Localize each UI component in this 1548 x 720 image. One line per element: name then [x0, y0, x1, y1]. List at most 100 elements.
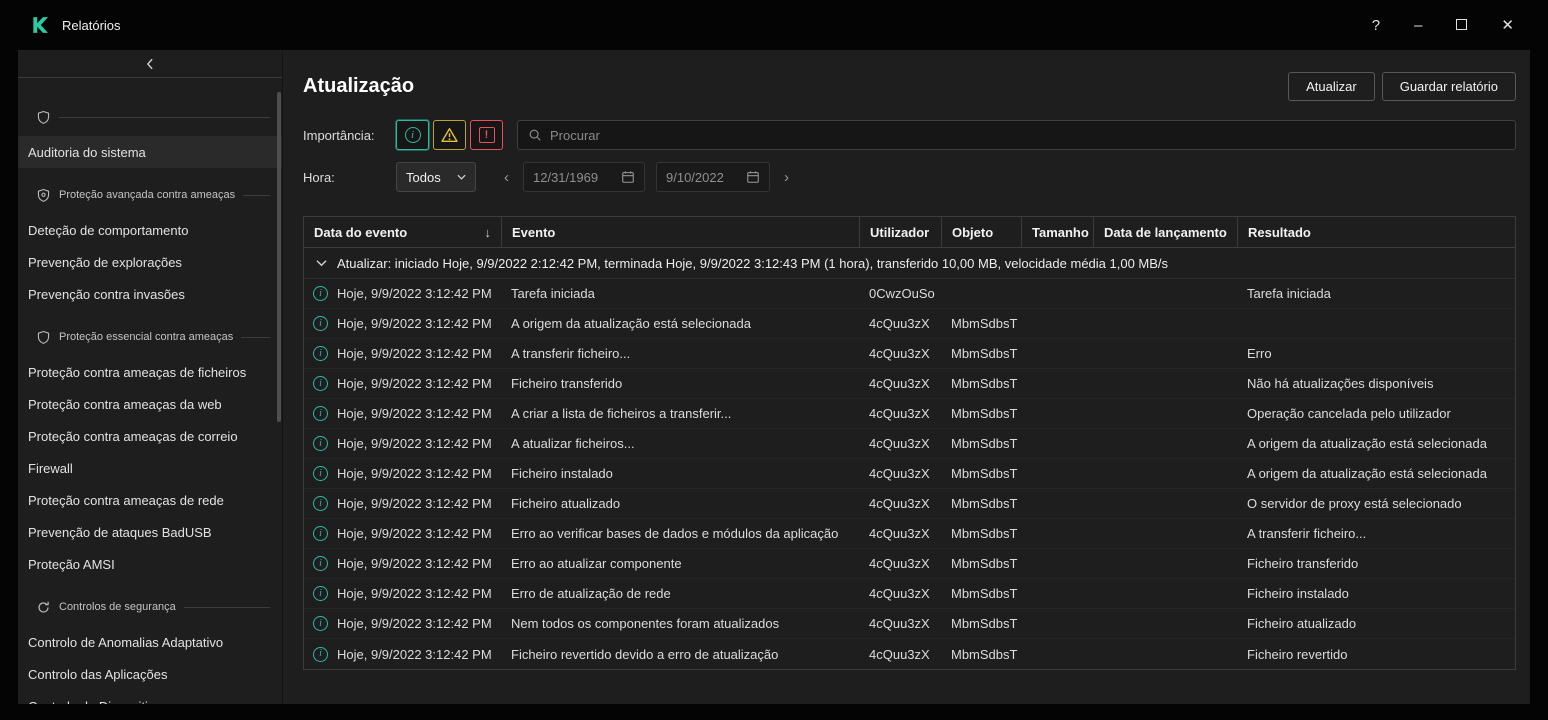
cell-size	[1022, 489, 1094, 518]
cell-event-date: iHoje, 9/9/2022 3:12:42 PM	[304, 399, 502, 428]
cell-object: MbmSdbsT	[942, 339, 1022, 368]
sidebar-item-label: Controlo de Dispositivos	[28, 699, 168, 705]
cell-size	[1022, 639, 1094, 669]
time-range-value: Todos	[406, 170, 441, 185]
column-header-tamanho[interactable]: Tamanho	[1022, 217, 1094, 247]
info-icon: i	[313, 316, 328, 331]
table-row[interactable]: iHoje, 9/9/2022 3:12:42 PMFicheiro insta…	[304, 459, 1515, 489]
column-label: Data do evento	[314, 225, 407, 240]
info-icon: i	[313, 556, 328, 571]
table-row[interactable]: iHoje, 9/9/2022 3:12:42 PMA atualizar fi…	[304, 429, 1515, 459]
sidebar-item-controlo-de-dispositivos[interactable]: Controlo de Dispositivos	[18, 690, 282, 704]
sidebar-section-header[interactable]	[18, 98, 282, 136]
table-row[interactable]: iHoje, 9/9/2022 3:12:42 PMNem todos os c…	[304, 609, 1515, 639]
column-header-evento[interactable]: Evento	[502, 217, 860, 247]
table-row[interactable]: iHoje, 9/9/2022 3:12:42 PMA transferir f…	[304, 339, 1515, 369]
importance-label: Importância:	[303, 128, 396, 143]
sidebar-item-protecao-contra-ameacas-de-correio[interactable]: Proteção contra ameaças de correio	[18, 420, 282, 452]
prev-period-button[interactable]: ‹	[498, 169, 515, 186]
sidebar-item-protecao-contra-ameacas-da-web[interactable]: Proteção contra ameaças da web	[18, 388, 282, 420]
table-row[interactable]: iHoje, 9/9/2022 3:12:42 PMErro de atuali…	[304, 579, 1515, 609]
cell-event-date: iHoje, 9/9/2022 3:12:42 PM	[304, 639, 502, 669]
table-row[interactable]: iHoje, 9/9/2022 3:12:42 PMA origem da at…	[304, 309, 1515, 339]
cell-release-date	[1094, 399, 1238, 428]
table-row[interactable]: iHoje, 9/9/2022 3:12:42 PMFicheiro trans…	[304, 369, 1515, 399]
chevron-left-icon	[143, 57, 157, 71]
column-header-data-do-evento[interactable]: Data do evento↓	[304, 217, 502, 247]
table-row[interactable]: iHoje, 9/9/2022 3:12:42 PMFicheiro rever…	[304, 639, 1515, 669]
time-range-select[interactable]: Todos	[396, 162, 476, 192]
close-button[interactable]: ✕	[1501, 18, 1514, 33]
sidebar-item-controlo-das-aplicacoes[interactable]: Controlo das Aplicações	[18, 658, 282, 690]
search-box[interactable]	[517, 120, 1516, 150]
sidebar-item-protecao-contra-ameacas-de-rede[interactable]: Proteção contra ameaças de rede	[18, 484, 282, 516]
cell-release-date	[1094, 339, 1238, 368]
column-header-utilizador[interactable]: Utilizador	[860, 217, 942, 247]
minimize-button[interactable]: –	[1414, 18, 1422, 33]
cell-event: A atualizar ficheiros...	[502, 429, 860, 458]
cell-size	[1022, 549, 1094, 578]
maximize-button[interactable]	[1456, 18, 1467, 33]
sidebar-item-controlo-de-anomalias-adaptativo[interactable]: Controlo de Anomalias Adaptativo	[18, 626, 282, 658]
column-label: Utilizador	[870, 225, 929, 240]
sidebar-section-header-protecao-avancada-contra-ameacas[interactable]: Proteção avançada contra ameaças	[18, 176, 282, 214]
table-row[interactable]: iHoje, 9/9/2022 3:12:42 PMTarefa iniciad…	[304, 279, 1515, 309]
sidebar-item-prevencao-de-ataques-badusb[interactable]: Prevenção de ataques BadUSB	[18, 516, 282, 548]
sidebar-item-prevencao-contra-invasoes[interactable]: Prevenção contra invasões	[18, 278, 282, 310]
column-header-objeto[interactable]: Objeto	[942, 217, 1022, 247]
table-row[interactable]: iHoje, 9/9/2022 3:12:42 PMA criar a list…	[304, 399, 1515, 429]
date-from-field[interactable]: 12/31/1969	[523, 162, 645, 192]
sidebar-section-header-controlos-de-seguranca[interactable]: Controlos de segurança	[18, 588, 282, 626]
sidebar-item-label: Proteção contra ameaças de rede	[28, 493, 224, 508]
column-header-data-de-lancamento[interactable]: Data de lançamento	[1094, 217, 1238, 247]
cell-result: A origem da atualização está selecionada	[1238, 429, 1515, 458]
info-icon: i	[313, 346, 328, 361]
cell-event-date: iHoje, 9/9/2022 3:12:42 PM	[304, 369, 502, 398]
sidebar-item-label: Controlo das Aplicações	[28, 667, 167, 682]
cell-user: 4cQuu3zX	[860, 579, 942, 608]
shield-gear-icon	[36, 188, 51, 203]
importance-critical-square-button[interactable]: !	[470, 120, 503, 150]
refresh-button[interactable]: Atualizar	[1288, 72, 1375, 101]
column-label: Resultado	[1248, 225, 1311, 240]
date-to-field[interactable]: 9/10/2022	[656, 162, 770, 192]
next-period-button[interactable]: ›	[778, 169, 795, 186]
importance-info-circle-button[interactable]: i	[396, 120, 429, 150]
cell-event: Erro ao atualizar componente	[502, 549, 860, 578]
sidebar-collapse-button[interactable]	[18, 50, 282, 78]
cell-event-date: iHoje, 9/9/2022 3:12:42 PM	[304, 549, 502, 578]
warning-triangle-icon	[441, 127, 458, 143]
cell-event: A origem da atualização está selecionada	[502, 309, 860, 338]
cell-release-date	[1094, 579, 1238, 608]
sidebar-section-header-protecao-essencial-contra-ameacas[interactable]: Proteção essencial contra ameaças	[18, 318, 282, 356]
sidebar-item-auditoria-do-sistema[interactable]: Auditoria do sistema	[18, 136, 282, 168]
column-header-resultado[interactable]: Resultado	[1238, 217, 1515, 247]
sidebar-item-detecao-de-comportamento[interactable]: Deteção de comportamento	[18, 214, 282, 246]
page-title: Atualização	[303, 75, 414, 98]
sidebar-scrollbar[interactable]	[277, 92, 281, 422]
shield-icon	[36, 110, 51, 125]
cell-user: 4cQuu3zX	[860, 549, 942, 578]
help-button[interactable]: ?	[1372, 18, 1380, 33]
info-circle-icon: i	[405, 127, 421, 143]
sidebar-item-prevencao-de-exploracoes[interactable]: Prevenção de explorações	[18, 246, 282, 278]
sidebar-item-protecao-amsi[interactable]: Proteção AMSI	[18, 548, 282, 580]
cell-release-date	[1094, 279, 1238, 308]
cell-event: Tarefa iniciada	[502, 279, 860, 308]
sidebar-item-firewall[interactable]: Firewall	[18, 452, 282, 484]
search-input[interactable]	[550, 128, 1505, 143]
sidebar-item-label: Auditoria do sistema	[28, 145, 146, 160]
info-icon: i	[313, 466, 328, 481]
cell-result: Tarefa iniciada	[1238, 279, 1515, 308]
table-row[interactable]: iHoje, 9/9/2022 3:12:42 PMFicheiro atual…	[304, 489, 1515, 519]
save-report-button[interactable]: Guardar relatório	[1382, 72, 1516, 101]
date-to-value: 9/10/2022	[666, 170, 740, 185]
sidebar-item-protecao-contra-ameacas-de-ficheiros[interactable]: Proteção contra ameaças de ficheiros	[18, 356, 282, 388]
table-row[interactable]: iHoje, 9/9/2022 3:12:42 PMErro ao verifi…	[304, 519, 1515, 549]
group-row[interactable]: Atualizar: iniciado Hoje, 9/9/2022 2:12:…	[304, 248, 1515, 279]
cell-size	[1022, 399, 1094, 428]
cell-object: MbmSdbsT	[942, 579, 1022, 608]
sidebar-item-label: Controlo de Anomalias Adaptativo	[28, 635, 223, 650]
table-row[interactable]: iHoje, 9/9/2022 3:12:42 PMErro ao atuali…	[304, 549, 1515, 579]
importance-warning-triangle-button[interactable]	[433, 120, 466, 150]
